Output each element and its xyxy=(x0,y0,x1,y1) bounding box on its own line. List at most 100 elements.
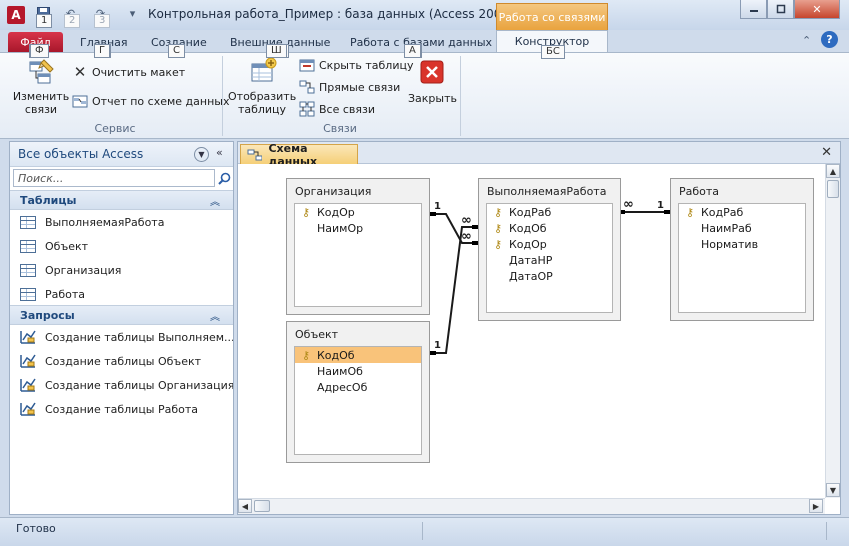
all-relationships-label: Все связи xyxy=(319,102,376,116)
nav-search-input[interactable]: Поиск... xyxy=(13,169,215,187)
field-row-selected[interactable]: ⚷ КодОб xyxy=(295,347,421,363)
group-separator xyxy=(460,56,461,136)
field-list[interactable]: ⚷ КодОб НаимОб АдресОб xyxy=(294,346,422,455)
table-icon xyxy=(20,239,36,253)
field-row[interactable]: ⚷ КодРаб xyxy=(679,204,805,220)
vertical-scrollbar[interactable]: ▲ ▼ xyxy=(825,164,840,498)
field-name: НаимРаб xyxy=(701,221,752,235)
keytip-qat-2: 2 xyxy=(64,14,81,28)
collapse-tables-icon[interactable]: ︽ xyxy=(210,193,220,208)
nav-item-table-rabota[interactable]: Работа xyxy=(10,282,233,306)
close-icon[interactable]: ✕ xyxy=(794,0,840,19)
table-box-vypolnyaemaya-rabota[interactable]: ВыполняемаяРабота ⚷ КодРаб ⚷ КодОб ⚷ КодОр … xyxy=(478,178,621,321)
field-row[interactable]: ⚷ КодОр xyxy=(295,204,421,220)
primary-key-icon: ⚷ xyxy=(493,205,503,219)
edit-relationships-button[interactable]: Изменить связи xyxy=(12,56,70,116)
nav-item-table-vypolnyaemaya-rabota[interactable]: ВыполняемаяРабота xyxy=(10,210,233,234)
relationship-report-label: Отчет по схеме данных xyxy=(92,94,230,108)
nav-item-table-organizatsiya[interactable]: Организация xyxy=(10,258,233,282)
navigation-pane: Все объекты Access ▼ « Поиск... Таблицы … xyxy=(9,141,234,515)
field-name: АдресОб xyxy=(317,380,368,394)
maximize-icon[interactable] xyxy=(767,0,794,19)
access-app-icon[interactable]: A xyxy=(7,6,25,24)
close-relationships-button[interactable]: Закрыть xyxy=(408,60,457,105)
primary-key-icon: ⚷ xyxy=(493,237,503,251)
nav-item-query-4[interactable]: Создание таблицы Работа xyxy=(10,397,233,421)
report-icon xyxy=(72,93,88,109)
field-row[interactable]: Норматив xyxy=(679,236,805,252)
field-name: КодРаб xyxy=(701,205,744,219)
table-icon xyxy=(20,287,36,301)
field-row[interactable]: АдресОб xyxy=(295,379,421,395)
relationship-report-button[interactable]: Отчет по схеме данных xyxy=(72,93,229,109)
field-row[interactable]: ⚷ КодОб xyxy=(487,220,612,236)
hide-table-button[interactable]: Скрыть таблицу xyxy=(299,57,414,73)
nav-item-query-3[interactable]: Создание таблицы Организация xyxy=(10,373,233,397)
field-list[interactable]: ⚷ КодРаб ⚷ КодОб ⚷ КодОр ДатаНР ДатаОР xyxy=(486,203,613,313)
nav-item-query-2[interactable]: Создание таблицы Объект xyxy=(10,349,233,373)
collapse-queries-icon[interactable]: ︽ xyxy=(210,308,220,323)
minimize-ribbon-icon[interactable]: ⌃ xyxy=(802,34,811,47)
make-table-query-icon xyxy=(20,354,36,368)
scroll-left-icon[interactable]: ◀ xyxy=(238,499,252,513)
clear-layout-button[interactable]: ✕ Очистить макет xyxy=(72,63,185,81)
close-red-icon xyxy=(408,60,456,84)
field-row[interactable]: ДатаНР xyxy=(487,252,612,268)
direct-relationships-button[interactable]: Прямые связи xyxy=(299,79,400,95)
minimize-icon[interactable] xyxy=(740,0,767,19)
keytip-qat-3: 3 xyxy=(94,14,111,28)
nav-item-label: Создание таблицы Объект xyxy=(45,354,202,368)
clear-layout-icon: ✕ xyxy=(73,63,87,81)
table-box-rabota[interactable]: Работа ⚷ КодРаб НаимРаб Норматив xyxy=(670,178,814,321)
search-icon[interactable] xyxy=(216,170,232,186)
relationships-canvas[interactable]: 1 ∞ 1 ∞ ∞ 1 Организация ⚷ КодОр НаимОр Вы… xyxy=(238,164,825,498)
relation-many-label: ∞ xyxy=(623,197,634,212)
field-list[interactable]: ⚷ КодРаб НаимРаб Норматив xyxy=(678,203,806,313)
nav-section-queries[interactable]: Запросы xyxy=(10,305,233,325)
window-title: Контрольная работа_Пример : база данных … xyxy=(148,7,541,21)
group-title-relationships: Связи xyxy=(323,122,357,135)
keytip-show-table: Ш xyxy=(266,44,287,58)
show-table-label-line1: Отобразить xyxy=(228,90,297,103)
relation-one-label: 1 xyxy=(434,340,441,351)
keytip-relationship-report: С xyxy=(168,44,185,58)
field-row[interactable]: ⚷ КодРаб xyxy=(487,204,612,220)
customize-qat-icon[interactable]: ▾ xyxy=(124,5,141,22)
nav-item-table-obekt[interactable]: Объект xyxy=(10,234,233,258)
field-row[interactable]: НаимРаб xyxy=(679,220,805,236)
table-box-obekt[interactable]: Объект ⚷ КодОб НаимОб АдресОб xyxy=(286,321,430,463)
document-tab-relationships[interactable]: Схема данных xyxy=(240,142,358,168)
table-box-title: Объект xyxy=(295,328,339,341)
field-name: НаимОб xyxy=(317,364,363,378)
nav-item-label: Создание таблицы Выполняем... xyxy=(45,330,233,344)
shutter-bar-icon[interactable]: « xyxy=(216,146,223,159)
close-document-icon[interactable]: ✕ xyxy=(821,145,832,160)
scroll-up-icon[interactable]: ▲ xyxy=(826,164,840,178)
horizontal-scrollbar[interactable]: ◀ ▶ xyxy=(238,498,825,514)
horizontal-scroll-thumb[interactable] xyxy=(254,500,270,512)
make-table-query-icon xyxy=(20,402,36,416)
nav-pane-title: Все объекты Access xyxy=(18,147,144,161)
table-box-organizatsiya[interactable]: Организация ⚷ КодОр НаимОр xyxy=(286,178,430,315)
field-name: ДатаНР xyxy=(509,253,553,267)
group-separator xyxy=(222,56,223,136)
field-row[interactable]: ДатаОР xyxy=(487,268,612,284)
primary-key-icon: ⚷ xyxy=(493,221,503,235)
show-table-button[interactable]: Отобразить таблицу xyxy=(228,56,296,116)
direct-relationships-label: Прямые связи xyxy=(319,80,401,94)
nav-section-tables[interactable]: Таблицы xyxy=(10,190,233,210)
help-icon[interactable]: ? xyxy=(821,31,838,48)
nav-item-query-1[interactable]: Создание таблицы Выполняем... xyxy=(10,325,233,349)
field-name: НаимОр xyxy=(317,221,364,235)
all-relationships-button[interactable]: Все связи xyxy=(299,101,375,117)
status-bar: Готово xyxy=(0,517,849,546)
nav-menu-dropdown-icon[interactable]: ▼ xyxy=(194,147,209,162)
vertical-scroll-thumb[interactable] xyxy=(827,180,839,198)
scroll-down-icon[interactable]: ▼ xyxy=(826,483,840,497)
field-list[interactable]: ⚷ КодОр НаимОр xyxy=(294,203,422,307)
field-name: КодРаб xyxy=(509,205,552,219)
field-row[interactable]: НаимОр xyxy=(295,220,421,236)
field-row[interactable]: ⚷ КодОр xyxy=(487,236,612,252)
scroll-right-icon[interactable]: ▶ xyxy=(809,499,823,513)
field-row[interactable]: НаимОб xyxy=(295,363,421,379)
